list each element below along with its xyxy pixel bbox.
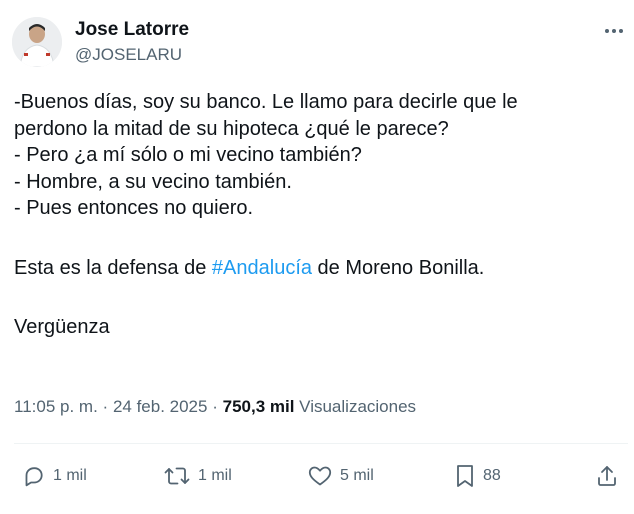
avatar-image <box>12 17 62 67</box>
avatar[interactable] <box>12 17 62 67</box>
bookmark-button[interactable]: 88 <box>454 456 501 496</box>
bookmark-icon <box>457 465 473 487</box>
hashtag-link[interactable]: #Andalucía <box>212 257 312 279</box>
tweet-text: -Buenos días, soy su banco. Le llamo par… <box>14 89 619 341</box>
action-bar: 1 mil 1 mil 5 mil 88 <box>0 456 634 496</box>
tweet-line: perdono la mitad de su hipoteca ¿qué le … <box>14 117 449 140</box>
views-count[interactable]: 750,3 mil <box>223 397 295 416</box>
tweet-line: - Pero ¿a mí sólo o mi vecino también? <box>14 144 362 166</box>
author-handle[interactable]: @JOSELARU <box>75 45 182 65</box>
more-options-button[interactable] <box>600 20 628 42</box>
more-icon <box>605 29 623 33</box>
meta-separator: · <box>212 397 218 416</box>
author-name[interactable]: Jose Latorre <box>75 19 189 41</box>
reply-icon <box>25 467 43 487</box>
defense-before: Esta es la defensa de <box>14 256 212 279</box>
repost-icon <box>164 467 190 485</box>
tweet-date[interactable]: 24 feb. 2025 <box>113 397 208 416</box>
repost-count: 1 mil <box>198 467 232 484</box>
tweet: Jose Latorre @JOSELARU -Buenos días, soy… <box>0 0 634 514</box>
like-button[interactable]: 5 mil <box>307 456 374 496</box>
views-label[interactable]: Visualizaciones <box>299 397 416 416</box>
tweet-meta: 11:05 p. m. · 24 feb. 2025 · 750,3 mil V… <box>14 397 416 417</box>
share-icon <box>598 466 616 486</box>
tweet-line: - Pues entonces no quiero. <box>14 197 254 219</box>
share-button[interactable] <box>595 456 619 496</box>
tweet-line: -Buenos días, soy su banco. Le llamo par… <box>14 91 518 113</box>
divider <box>14 443 628 444</box>
defense-line: Esta es la defensa de #Andalucía de More… <box>14 255 619 282</box>
reply-button[interactable]: 1 mil <box>22 456 87 496</box>
meta-separator: · <box>102 397 109 416</box>
reply-count: 1 mil <box>53 467 87 484</box>
repost-button[interactable]: 1 mil <box>163 456 232 496</box>
tweet-line: - Hombre, a su vecino también. <box>14 170 292 193</box>
like-icon <box>308 466 332 486</box>
tweet-time[interactable]: 11:05 p. m. <box>14 397 98 416</box>
closing-line: Vergüenza <box>14 316 110 338</box>
defense-after: de Moreno Bonilla. <box>312 256 485 279</box>
bookmark-count: 88 <box>483 467 501 484</box>
like-count: 5 mil <box>340 467 374 484</box>
